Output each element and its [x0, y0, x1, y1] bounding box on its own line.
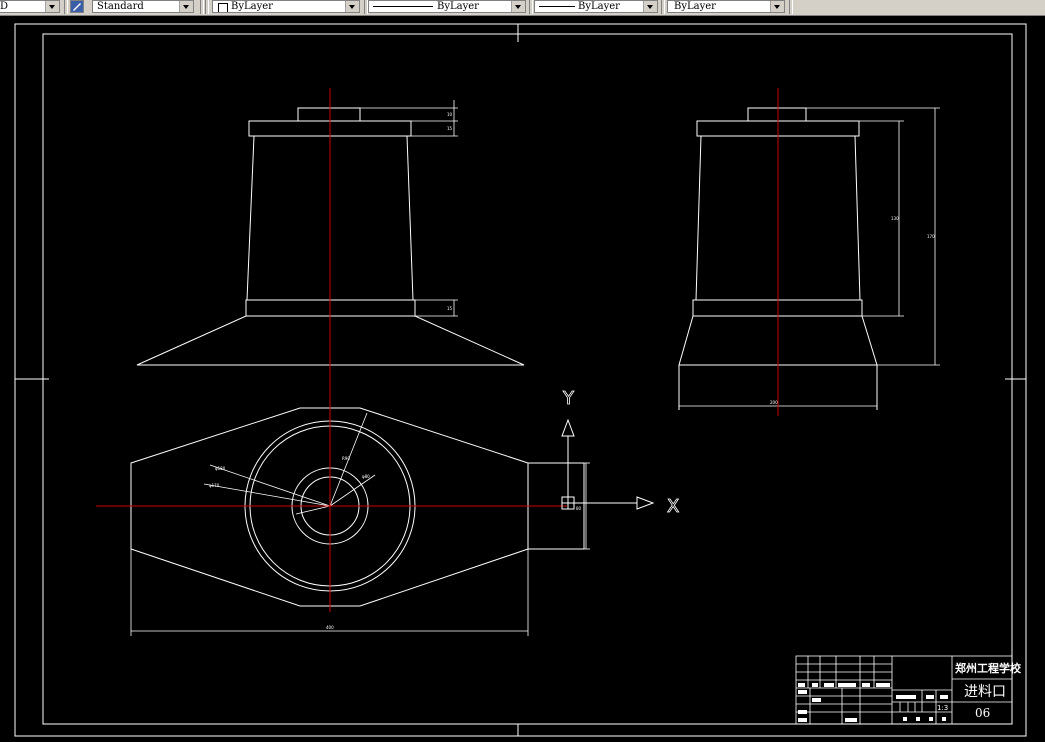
text-style-value: Standard [97, 1, 144, 12]
sheet-inner-border [42, 33, 1013, 725]
svg-text:200: 200 [770, 400, 778, 405]
toolbar-separator [789, 0, 793, 14]
toolbar-separator [64, 0, 68, 14]
svg-text:15: 15 [447, 126, 453, 131]
svg-text:15: 15 [447, 306, 453, 311]
linetype-dropdown[interactable]: ByLayer [368, 0, 526, 13]
ucs-y-label: Y [562, 388, 575, 409]
ucs-x-label: X [667, 496, 679, 517]
title-block-school: 郑州工程学校 [955, 661, 1022, 675]
properties-toolbar: D Standard ByLayer ByLayer ByLayer ByLay… [0, 0, 1045, 16]
svg-text:170: 170 [927, 234, 935, 239]
toolbar-separator [205, 0, 209, 14]
svg-text:φ80: φ80 [362, 474, 370, 479]
chevron-down-icon [45, 1, 59, 12]
svg-text:R90: R90 [342, 456, 350, 461]
title-block-drawing-no: 06 [975, 706, 990, 720]
top-view: 400 φ180 φ170 R90 φ80 80 [130, 407, 590, 636]
dropdown-first[interactable]: D [0, 0, 60, 13]
linetype-sample-icon [373, 6, 433, 7]
plot-style-value: ByLayer [674, 1, 716, 12]
svg-text:φ180: φ180 [215, 466, 226, 471]
text-style-dropdown[interactable]: Standard [92, 0, 194, 13]
linetype-value: ByLayer [437, 1, 479, 12]
title-block-part-name: 进料口 [964, 684, 1006, 700]
toolbar-separator [661, 0, 665, 14]
centering-marks [15, 24, 1026, 736]
top-view-dimensions: 400 φ180 φ170 R90 φ80 80 [130, 412, 590, 636]
lineweight-value: ByLayer [578, 1, 620, 12]
text-style-icon[interactable] [70, 0, 84, 13]
side-view-dimensions: 130 170 200 [679, 107, 940, 407]
color-swatch-icon [218, 3, 228, 12]
sheet-outer-border [14, 23, 1027, 737]
chevron-down-icon [511, 1, 525, 12]
center-lines [96, 88, 779, 612]
side-view: 130 170 200 [678, 107, 940, 410]
toolbar-separator [200, 0, 204, 14]
dropdown-first-value: D [0, 1, 9, 12]
lineweight-dropdown[interactable]: ByLayer [534, 0, 658, 13]
chevron-down-icon [770, 1, 784, 12]
svg-text:130: 130 [891, 216, 899, 221]
svg-text:φ170: φ170 [209, 483, 220, 488]
title-block: 郑州工程学校 进料口 06 1:3 [795, 655, 1022, 725]
color-value: ByLayer [231, 1, 273, 12]
toolbar-separator [529, 0, 533, 14]
chevron-down-icon [179, 1, 193, 12]
plot-style-dropdown[interactable]: ByLayer [667, 0, 785, 13]
ucs-icon: Y X [561, 388, 680, 517]
front-view-dimensions: 10 15 15 [360, 100, 458, 317]
svg-text:80: 80 [576, 506, 582, 511]
title-block-scale: 1:3 [937, 704, 948, 712]
svg-text:10: 10 [447, 112, 453, 117]
chevron-down-icon [643, 1, 657, 12]
lineweight-sample-icon [539, 6, 575, 7]
chevron-down-icon [345, 1, 359, 12]
svg-text:400: 400 [326, 625, 334, 630]
color-dropdown[interactable]: ByLayer [212, 0, 360, 13]
drawing-canvas[interactable]: 10 15 15 130 170 200 400 φ180 φ170 R90 φ… [0, 16, 1045, 742]
